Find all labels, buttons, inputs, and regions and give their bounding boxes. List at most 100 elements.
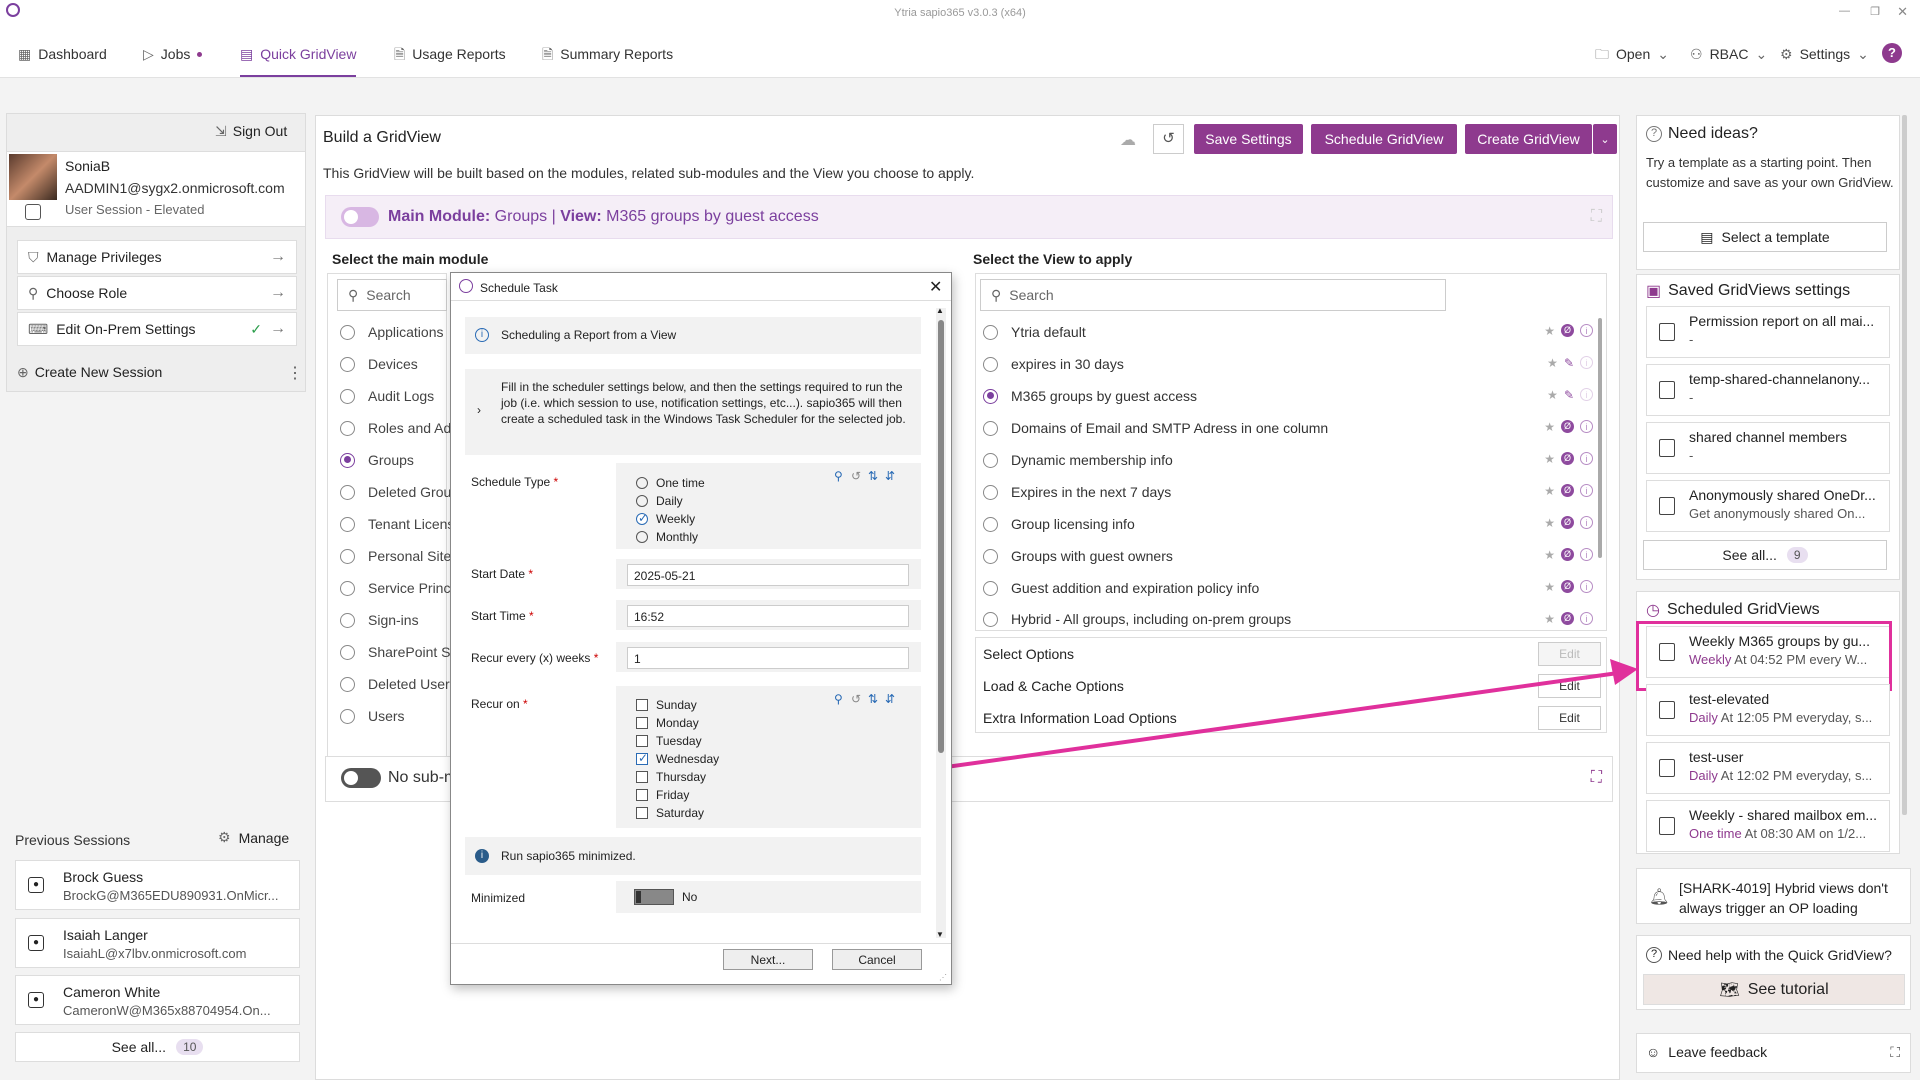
saved-item[interactable]: shared channel members - — [1646, 422, 1890, 474]
close-window-icon[interactable]: ✕ — [1897, 4, 1908, 20]
day-checkbox[interactable]: Wednesday — [636, 751, 719, 766]
module-row[interactable]: Deleted Grou — [340, 481, 451, 503]
session-item[interactable]: ● Cameron White CameronW@M365x88704954.On.… — [15, 975, 300, 1025]
external-icon[interactable]: ⛶ — [1890, 1044, 1900, 1061]
expand-icon[interactable]: ⛶ — [1591, 208, 1602, 226]
sort-desc-icon[interactable]: ⇵ — [885, 469, 895, 483]
minimized-toggle[interactable] — [634, 889, 674, 905]
view-row[interactable]: Groups with guest owners ★ Øi — [983, 544, 1593, 568]
info-icon[interactable]: i — [1580, 516, 1593, 529]
day-checkbox[interactable]: Saturday — [636, 806, 704, 820]
tab-quick-gridview[interactable]: ▤ Quick GridView — [240, 43, 357, 77]
scroll-thumb[interactable] — [938, 320, 944, 753]
sort-desc-icon[interactable]: ⇵ — [885, 692, 895, 706]
module-row[interactable]: Personal Sites — [340, 545, 458, 567]
saved-item[interactable]: Anonymously shared OneDr... Get anonymous… — [1646, 480, 1890, 532]
module-row[interactable]: Sign-ins — [340, 609, 419, 631]
schedule-daily-radio[interactable]: Daily — [636, 494, 683, 508]
sort-asc-icon[interactable]: ⇅ — [868, 692, 878, 706]
star-icon[interactable]: ★ — [1544, 452, 1555, 466]
create-new-session-button[interactable]: ⊕ Create New Session — [17, 364, 162, 380]
info-icon[interactable]: i — [1580, 484, 1593, 497]
sort-asc-icon[interactable]: ⇅ — [868, 469, 878, 483]
session-item[interactable]: ● Brock Guess BrockG@M365EDU890931.OnMicr.… — [15, 860, 300, 910]
info-icon[interactable]: i — [1580, 612, 1593, 625]
see-all-sessions-button[interactable]: See all... 10 — [15, 1032, 300, 1062]
see-tutorial-button[interactable]: 🗺︎ See tutorial — [1643, 974, 1905, 1005]
view-scrollbar[interactable] — [1598, 318, 1602, 558]
info-icon[interactable]: i — [1580, 420, 1593, 433]
schedule-weekly-radio[interactable]: Weekly — [636, 511, 695, 526]
view-row[interactable]: M365 groups by guest access ★ ✎ i — [983, 384, 1593, 408]
settings-menu[interactable]: ⚙ Settings ⌄ — [1780, 43, 1869, 65]
manage-privileges-button[interactable]: ⛉ Manage Privileges → — [17, 240, 297, 274]
right-scrollbar[interactable] — [1902, 115, 1907, 815]
sign-out-button[interactable]: ⇲ Sign Out — [215, 123, 287, 139]
module-row[interactable]: Service Princi — [340, 577, 454, 599]
view-row[interactable]: Guest addition and expiration policy inf… — [983, 576, 1593, 600]
module-row[interactable]: Roles and Ad — [340, 417, 451, 439]
start-date-input[interactable]: 2025-05-21 — [627, 564, 909, 586]
scheduled-item[interactable]: test-elevated Daily At 12:05 PM everyday,… — [1646, 684, 1890, 736]
cloud-icon[interactable]: ☁ — [1120, 130, 1136, 150]
view-row[interactable]: Group licensing info ★ Øi — [983, 512, 1593, 536]
scheduled-item[interactable]: Weekly - shared mailbox em... One time At… — [1646, 800, 1890, 852]
rbac-menu[interactable]: ⚇ RBAC ⌄ — [1690, 43, 1767, 65]
news-item[interactable]: 🔔︎ [SHARK-4019] Hybrid views don't alway… — [1636, 868, 1911, 924]
info-icon[interactable]: i — [1580, 356, 1593, 369]
schedule-gridview-button[interactable]: Schedule GridView — [1311, 124, 1457, 154]
info-icon[interactable]: i — [1580, 324, 1593, 337]
help-icon[interactable]: ? — [1882, 43, 1902, 63]
resize-grip-icon[interactable]: ⋰ — [939, 973, 947, 982]
tab-jobs[interactable]: ▷ Jobs — [143, 43, 203, 65]
view-row[interactable]: Hybrid - All groups, including on-prem g… — [983, 608, 1593, 630]
module-row[interactable]: Groups — [340, 449, 414, 471]
edit-onprem-settings-button[interactable]: ⌨ Edit On-Prem Settings ✓ → — [17, 312, 297, 346]
module-row[interactable]: Deleted User — [340, 673, 450, 695]
restore-icon[interactable]: ❐ — [1870, 5, 1880, 18]
reset-icon[interactable]: ↺ — [1153, 124, 1184, 154]
schedule-monthly-radio[interactable]: Monthly — [636, 530, 698, 544]
more-options-icon[interactable]: ⋮ — [287, 363, 303, 383]
recur-every-input[interactable]: 1 — [627, 647, 909, 669]
star-icon[interactable]: ★ — [1544, 324, 1555, 338]
tab-dashboard[interactable]: ▦ Dashboard — [18, 43, 107, 65]
module-row[interactable]: SharePoint Si — [340, 641, 454, 663]
day-checkbox[interactable]: Monday — [636, 716, 699, 730]
saved-item[interactable]: temp-shared-channelanony... - — [1646, 364, 1890, 416]
tab-usage-reports[interactable]: 🗎 Usage Reports — [394, 43, 506, 65]
info-icon[interactable]: i — [1580, 388, 1593, 401]
search-icon[interactable]: ⚲ — [834, 469, 843, 483]
main-module-toggle[interactable] — [341, 207, 379, 227]
cancel-button[interactable]: Cancel — [832, 949, 922, 970]
star-icon[interactable]: ★ — [1544, 548, 1555, 562]
info-icon[interactable]: i — [1580, 580, 1593, 593]
star-icon[interactable]: ★ — [1544, 580, 1555, 594]
star-icon[interactable]: ★ — [1544, 420, 1555, 434]
module-row[interactable]: Audit Logs — [340, 385, 434, 407]
schedule-one-time-radio[interactable]: One time — [636, 476, 705, 490]
choose-role-button[interactable]: ⚲ Choose Role → — [17, 276, 297, 310]
view-row[interactable]: Domains of Email and SMTP Adress in one … — [983, 416, 1593, 440]
scheduled-item[interactable]: test-user Daily At 12:02 PM everyday, s..… — [1646, 742, 1890, 794]
info-icon[interactable]: i — [1580, 548, 1593, 561]
see-all-saved-button[interactable]: See all... 9 — [1643, 540, 1887, 570]
undo-icon[interactable]: ↺ — [851, 692, 861, 706]
view-row[interactable]: expires in 30 days ★ ✎ i — [983, 352, 1593, 376]
manage-sessions-button[interactable]: ⚙ Manage — [218, 830, 289, 846]
leave-feedback-button[interactable]: ☺ Leave feedback — [1646, 1044, 1767, 1060]
star-icon[interactable]: ★ — [1544, 612, 1555, 626]
star-icon[interactable]: ★ — [1547, 356, 1558, 370]
feedback-panel[interactable]: ☺ Leave feedback ⛶ — [1636, 1033, 1911, 1073]
star-icon[interactable]: ★ — [1547, 388, 1558, 402]
create-gridview-button[interactable]: Create GridView — [1465, 124, 1592, 154]
module-row[interactable]: Tenant Licens — [340, 513, 454, 535]
open-menu[interactable]: 🗀 Open ⌄ — [1595, 43, 1669, 65]
start-time-input[interactable]: 16:52 — [627, 605, 909, 627]
scroll-up-icon[interactable]: ▲ — [936, 306, 944, 315]
save-settings-button[interactable]: Save Settings — [1194, 124, 1303, 154]
chevron-right-icon[interactable]: › — [477, 403, 481, 417]
tab-summary-reports[interactable]: 🗎 Summary Reports — [542, 43, 673, 65]
module-search-input[interactable]: ⚲ Search — [337, 279, 447, 311]
minimize-icon[interactable]: — — [1839, 5, 1850, 17]
